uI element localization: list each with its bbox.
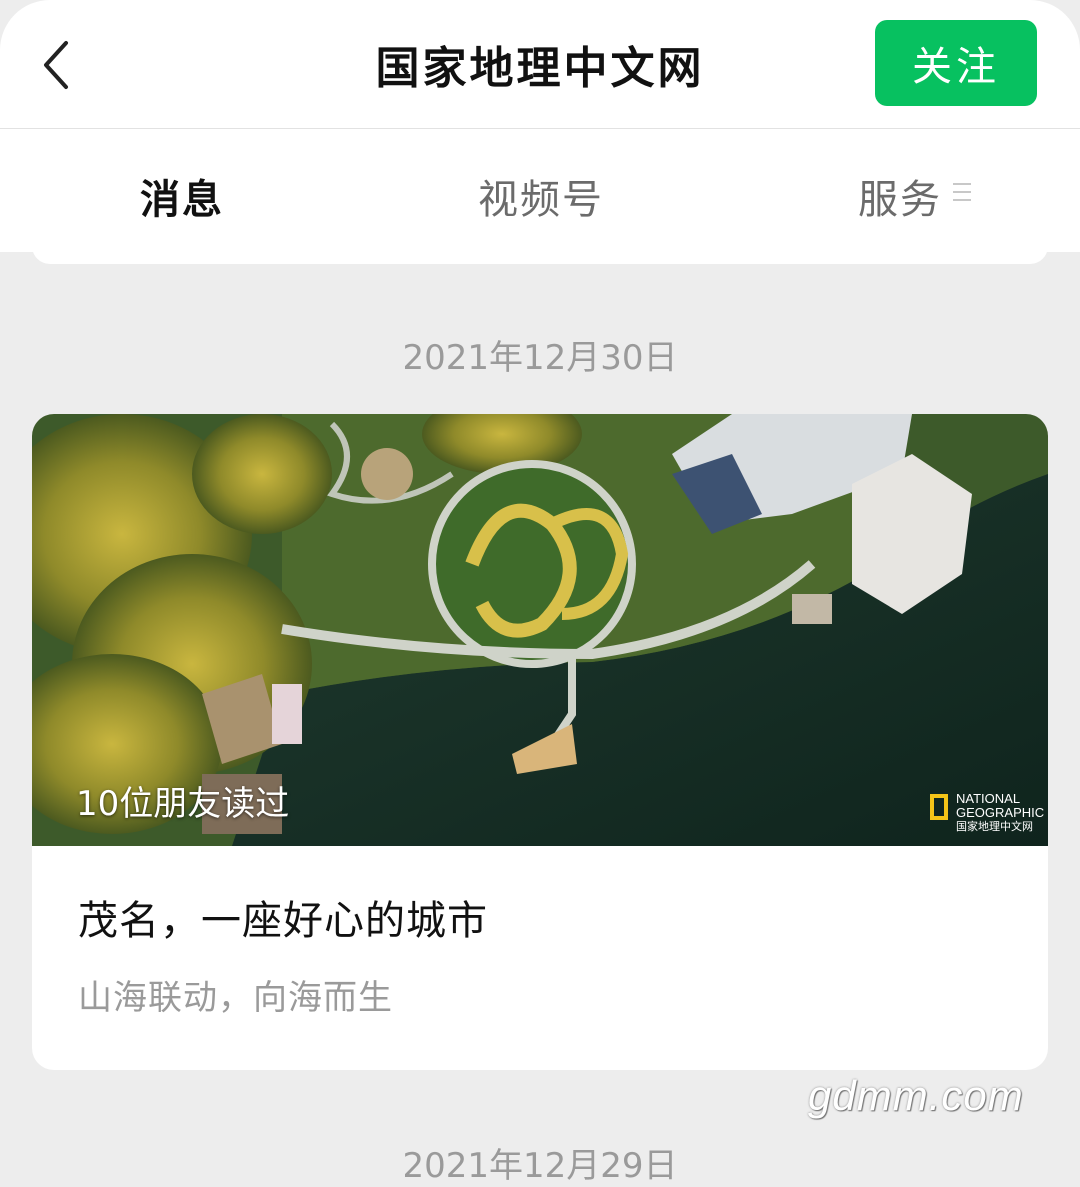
date-label: 2021年12月30日 <box>402 338 678 378</box>
previous-card-edge <box>32 246 1048 264</box>
tab-channels[interactable]: 视频号 <box>478 167 604 225</box>
site-watermark: gdmm.com <box>808 1072 1024 1119</box>
back-button[interactable] <box>26 30 86 100</box>
follow-button[interactable]: 关注 <box>875 20 1037 106</box>
readers-count: 10位朋友读过 <box>76 784 290 824</box>
next-date-label: 2021年12月29日 <box>402 1146 678 1186</box>
article-card[interactable]: 10位朋友读过 NATIONAL GEOGRAPHIC 国家地理中文网 茂名，一… <box>32 414 1048 1070</box>
menu-icon[interactable] <box>953 181 971 203</box>
chevron-left-icon <box>44 41 68 89</box>
tab-messages[interactable]: 消息 <box>140 167 224 225</box>
article-subtitle: 山海联动，向海而生 <box>78 978 393 1018</box>
tab-services[interactable]: 服务 <box>858 167 942 225</box>
article-title: 茂名，一座好心的城市 <box>78 898 488 944</box>
top-bar: 国家地理中文网 关注 <box>0 0 1080 129</box>
tab-bar: 消息 视频号 服务 <box>0 129 1080 252</box>
